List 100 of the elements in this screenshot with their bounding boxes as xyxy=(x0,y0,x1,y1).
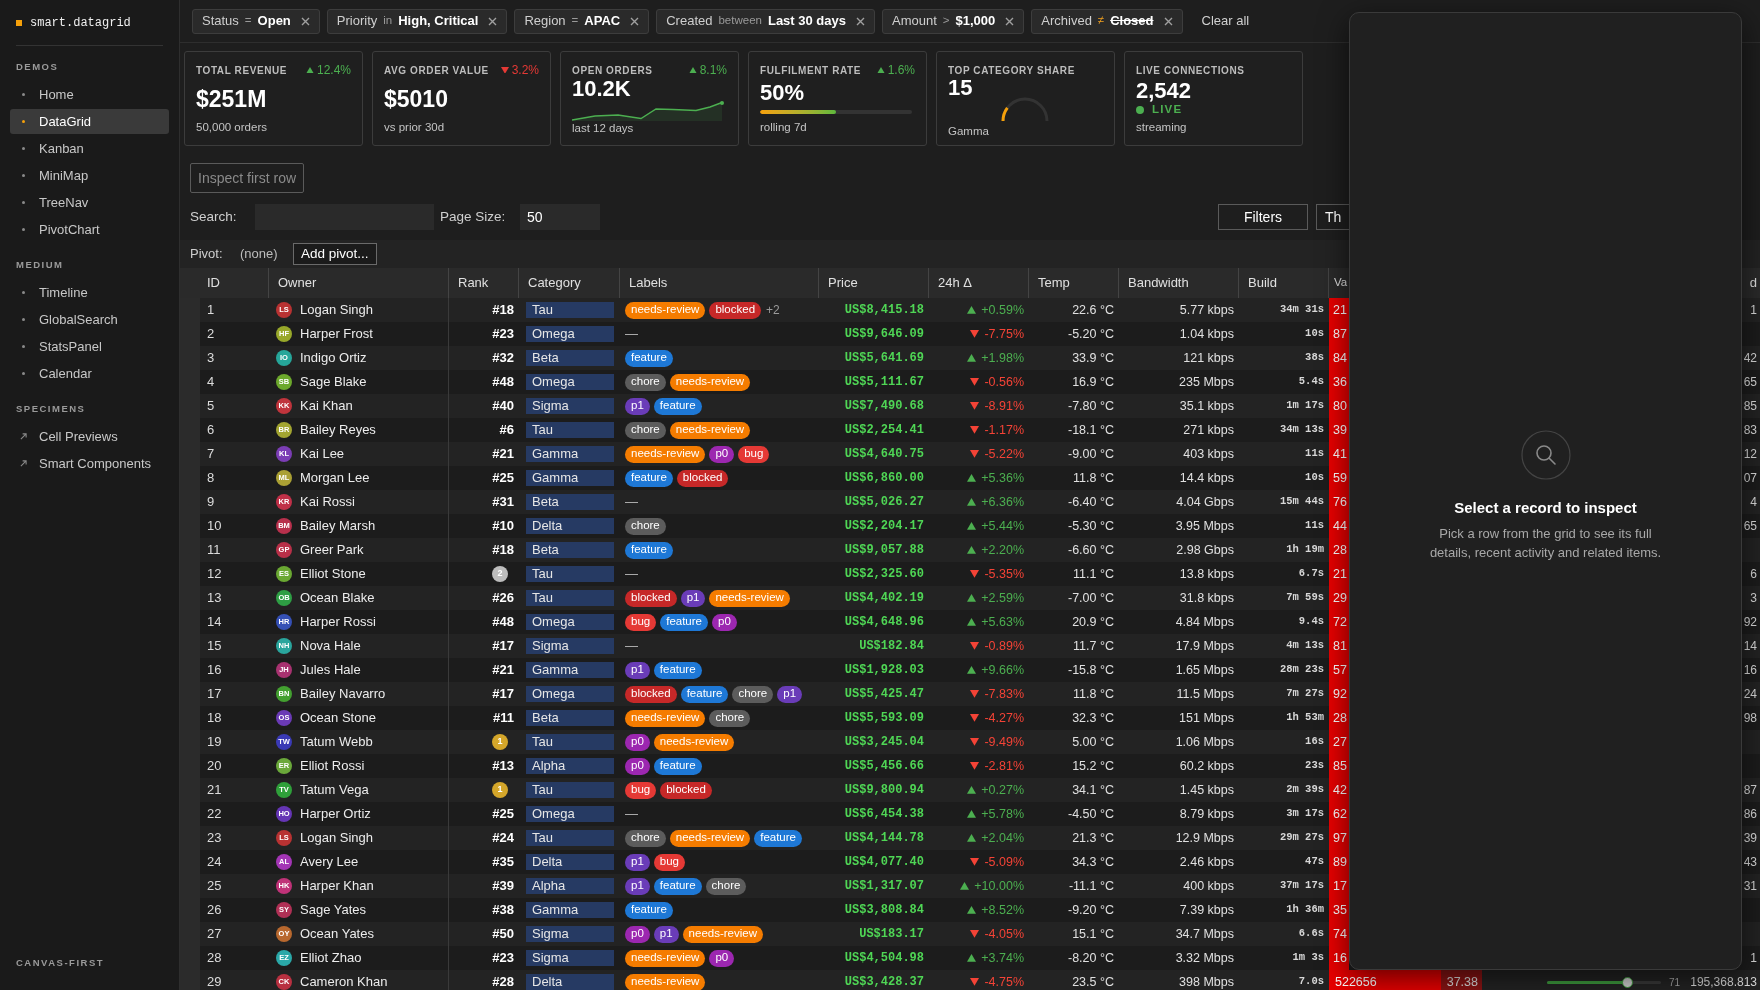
temperature-text: 15.2 °C xyxy=(1072,757,1114,775)
sidebar-item[interactable]: Smart Components xyxy=(10,451,169,476)
label-tag: feature xyxy=(653,661,702,679)
price-text: US$5,456.66 xyxy=(844,758,924,775)
filter-chip[interactable]: Region = APAC xyxy=(514,8,650,34)
number-text: 24 xyxy=(1743,686,1757,703)
category-tag: Gamma xyxy=(526,446,614,462)
number-text: 3 xyxy=(1750,590,1757,607)
build-time: 5.4s xyxy=(1298,374,1324,390)
value-cell: 16 xyxy=(1329,946,1349,970)
number-text: 39 xyxy=(1743,830,1757,847)
slider-thumb[interactable] xyxy=(1622,976,1634,988)
build-time: 7m 59s xyxy=(1286,590,1324,606)
price-text: US$2,204.17 xyxy=(844,518,924,535)
filter-chip[interactable]: Status = Open xyxy=(192,8,320,34)
change-text: +5.63% xyxy=(981,613,1024,631)
rank-text: #21 xyxy=(492,445,514,464)
label-tag: feature xyxy=(680,685,729,703)
kpi-label: AVG ORDER VALUE xyxy=(384,63,489,78)
filter-chip[interactable]: Created between Last 30 days xyxy=(656,8,875,34)
filter-chip[interactable]: Priority in High, Critical xyxy=(326,8,508,34)
sidebar-item[interactable]: StatsPanel xyxy=(10,334,169,359)
sidebar-item[interactable]: Timeline xyxy=(10,280,169,305)
empty-dash: — xyxy=(625,805,638,824)
slider[interactable] xyxy=(1546,976,1661,988)
price-text: US$4,504.98 xyxy=(844,950,924,967)
label-tag: bug xyxy=(625,613,657,631)
change-text: +0.27% xyxy=(981,781,1024,799)
number-text: 65 xyxy=(1743,518,1757,535)
change-text: -4.75% xyxy=(984,973,1024,990)
sidebar-item[interactable]: DataGrid xyxy=(10,109,169,134)
temperature-text: -6.40 °C xyxy=(1068,493,1114,511)
value-cell: 35 xyxy=(1329,898,1349,922)
row-id: 18 xyxy=(207,709,222,728)
page-size-field[interactable]: 50 xyxy=(520,204,600,230)
close-icon[interactable] xyxy=(1163,16,1173,26)
build-time: 47s xyxy=(1305,854,1324,870)
price-text: US$5,026.27 xyxy=(844,494,924,511)
medal-badge: 1 xyxy=(492,782,508,798)
sidebar-item[interactable]: MiniMap xyxy=(10,163,169,188)
owner-name: Tatum Vega xyxy=(300,781,369,800)
sidebar-item[interactable]: Kanban xyxy=(10,136,169,161)
sidebar-item[interactable]: Calendar xyxy=(10,361,169,386)
section-title: MEDIUM xyxy=(15,258,65,272)
close-icon[interactable] xyxy=(630,16,640,26)
build-time: 29m 27s xyxy=(1279,830,1324,846)
clear-all-link[interactable]: Clear all xyxy=(1201,11,1250,31)
kpi-label: FULFILMENT RATE xyxy=(760,63,862,78)
number-text: 65 xyxy=(1743,374,1757,391)
filter-value: High, Critical xyxy=(398,12,479,31)
price-text: US$5,111.67 xyxy=(844,374,924,391)
filter-chip[interactable]: Archived ≠ Closed xyxy=(1031,8,1183,34)
label-tag: needs-review xyxy=(669,373,751,391)
build-time: 37m 17s xyxy=(1279,878,1324,894)
filter-chip[interactable]: Amount > $1,000 xyxy=(882,8,1025,34)
sidebar-item[interactable]: Home xyxy=(10,82,169,107)
row-id: 17 xyxy=(207,685,222,704)
toolbar-button[interactable]: Filters xyxy=(1218,204,1308,230)
owner-name: Greer Park xyxy=(300,541,364,560)
row-id: 13 xyxy=(207,589,222,608)
owner-name: Harper Khan xyxy=(300,877,374,896)
owner-name: Elliot Zhao xyxy=(300,949,362,968)
price-text: US$3,245.04 xyxy=(844,734,924,751)
close-icon[interactable] xyxy=(856,16,865,26)
sidebar-item[interactable]: TreeNav xyxy=(10,190,169,215)
number-text: 92 xyxy=(1743,614,1757,631)
value-cell: 57 xyxy=(1329,658,1349,682)
value-cell: 28 xyxy=(1329,538,1349,562)
filter-operator: in xyxy=(383,13,393,29)
label-tag: needs-review xyxy=(709,589,790,607)
label-tag: needs-review xyxy=(625,949,706,967)
close-icon[interactable] xyxy=(488,16,498,26)
bandwidth-text: 400 kbps xyxy=(1183,877,1234,895)
owner-name: Avery Lee xyxy=(300,853,359,872)
category-tag: Alpha xyxy=(526,758,614,774)
change-text: +8.52% xyxy=(981,901,1024,919)
price-text: US$4,648.96 xyxy=(844,614,924,631)
filter-operator: = xyxy=(571,13,579,29)
temperature-text: -5.30 °C xyxy=(1068,517,1114,535)
label-tag: needs-review xyxy=(625,301,706,319)
sidebar-item[interactable]: PivotChart xyxy=(10,217,169,242)
sidebar-item[interactable]: GlobalSearch xyxy=(10,307,169,332)
sidebar-item[interactable]: Cell Previews xyxy=(10,424,169,449)
owner-name: Logan Singh xyxy=(300,829,373,848)
number-text: 07 xyxy=(1743,470,1757,487)
row-id: 15 xyxy=(207,637,222,656)
category-tag: Delta xyxy=(526,518,614,534)
column-header[interactable]: d xyxy=(1749,273,1757,293)
bandwidth-text: 151 Mbps xyxy=(1179,709,1234,727)
add-pivot-button[interactable]: Add pivot... xyxy=(293,243,377,265)
toolbar-button[interactable]: Th xyxy=(1316,204,1349,230)
label-tag: p1 xyxy=(625,397,650,415)
rank-text: #25 xyxy=(492,469,514,488)
temperature-text: 21.3 °C xyxy=(1072,829,1114,847)
category-tag: Omega xyxy=(526,374,614,390)
close-icon[interactable] xyxy=(1005,16,1015,26)
close-icon[interactable] xyxy=(300,16,310,26)
number-text: 87 xyxy=(1743,782,1757,799)
label-tag: chore xyxy=(625,517,666,535)
column-header[interactable]: Va xyxy=(1329,268,1349,298)
